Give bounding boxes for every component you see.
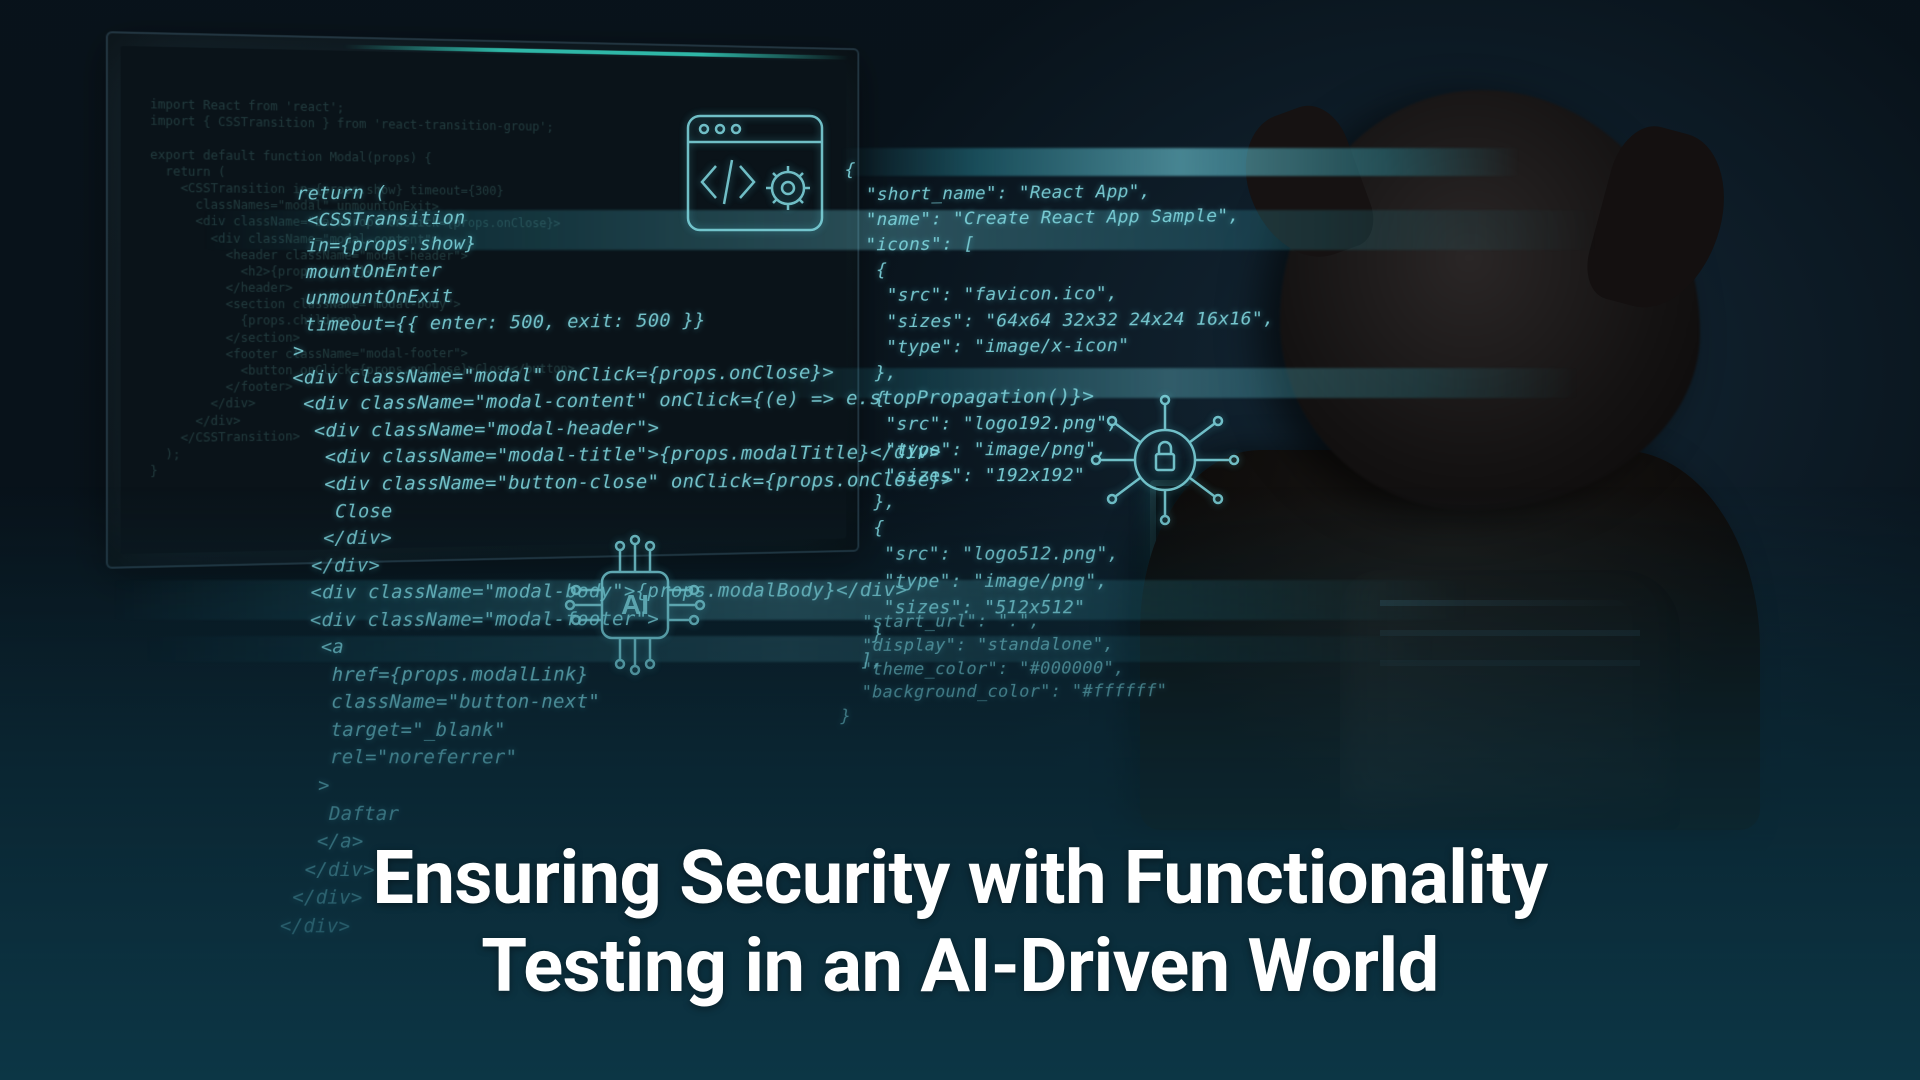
headline-line-1: Ensuring Security with Functionality [372, 835, 1547, 922]
headline-line-2: Testing in an AI-Driven World [481, 923, 1439, 1010]
scene-background: import React from 'react'; import { CSST… [0, 0, 1920, 1080]
headline-text: Ensuring Security with Functionality Tes… [60, 835, 1860, 1010]
headline: Ensuring Security with Functionality Tes… [0, 835, 1920, 1010]
